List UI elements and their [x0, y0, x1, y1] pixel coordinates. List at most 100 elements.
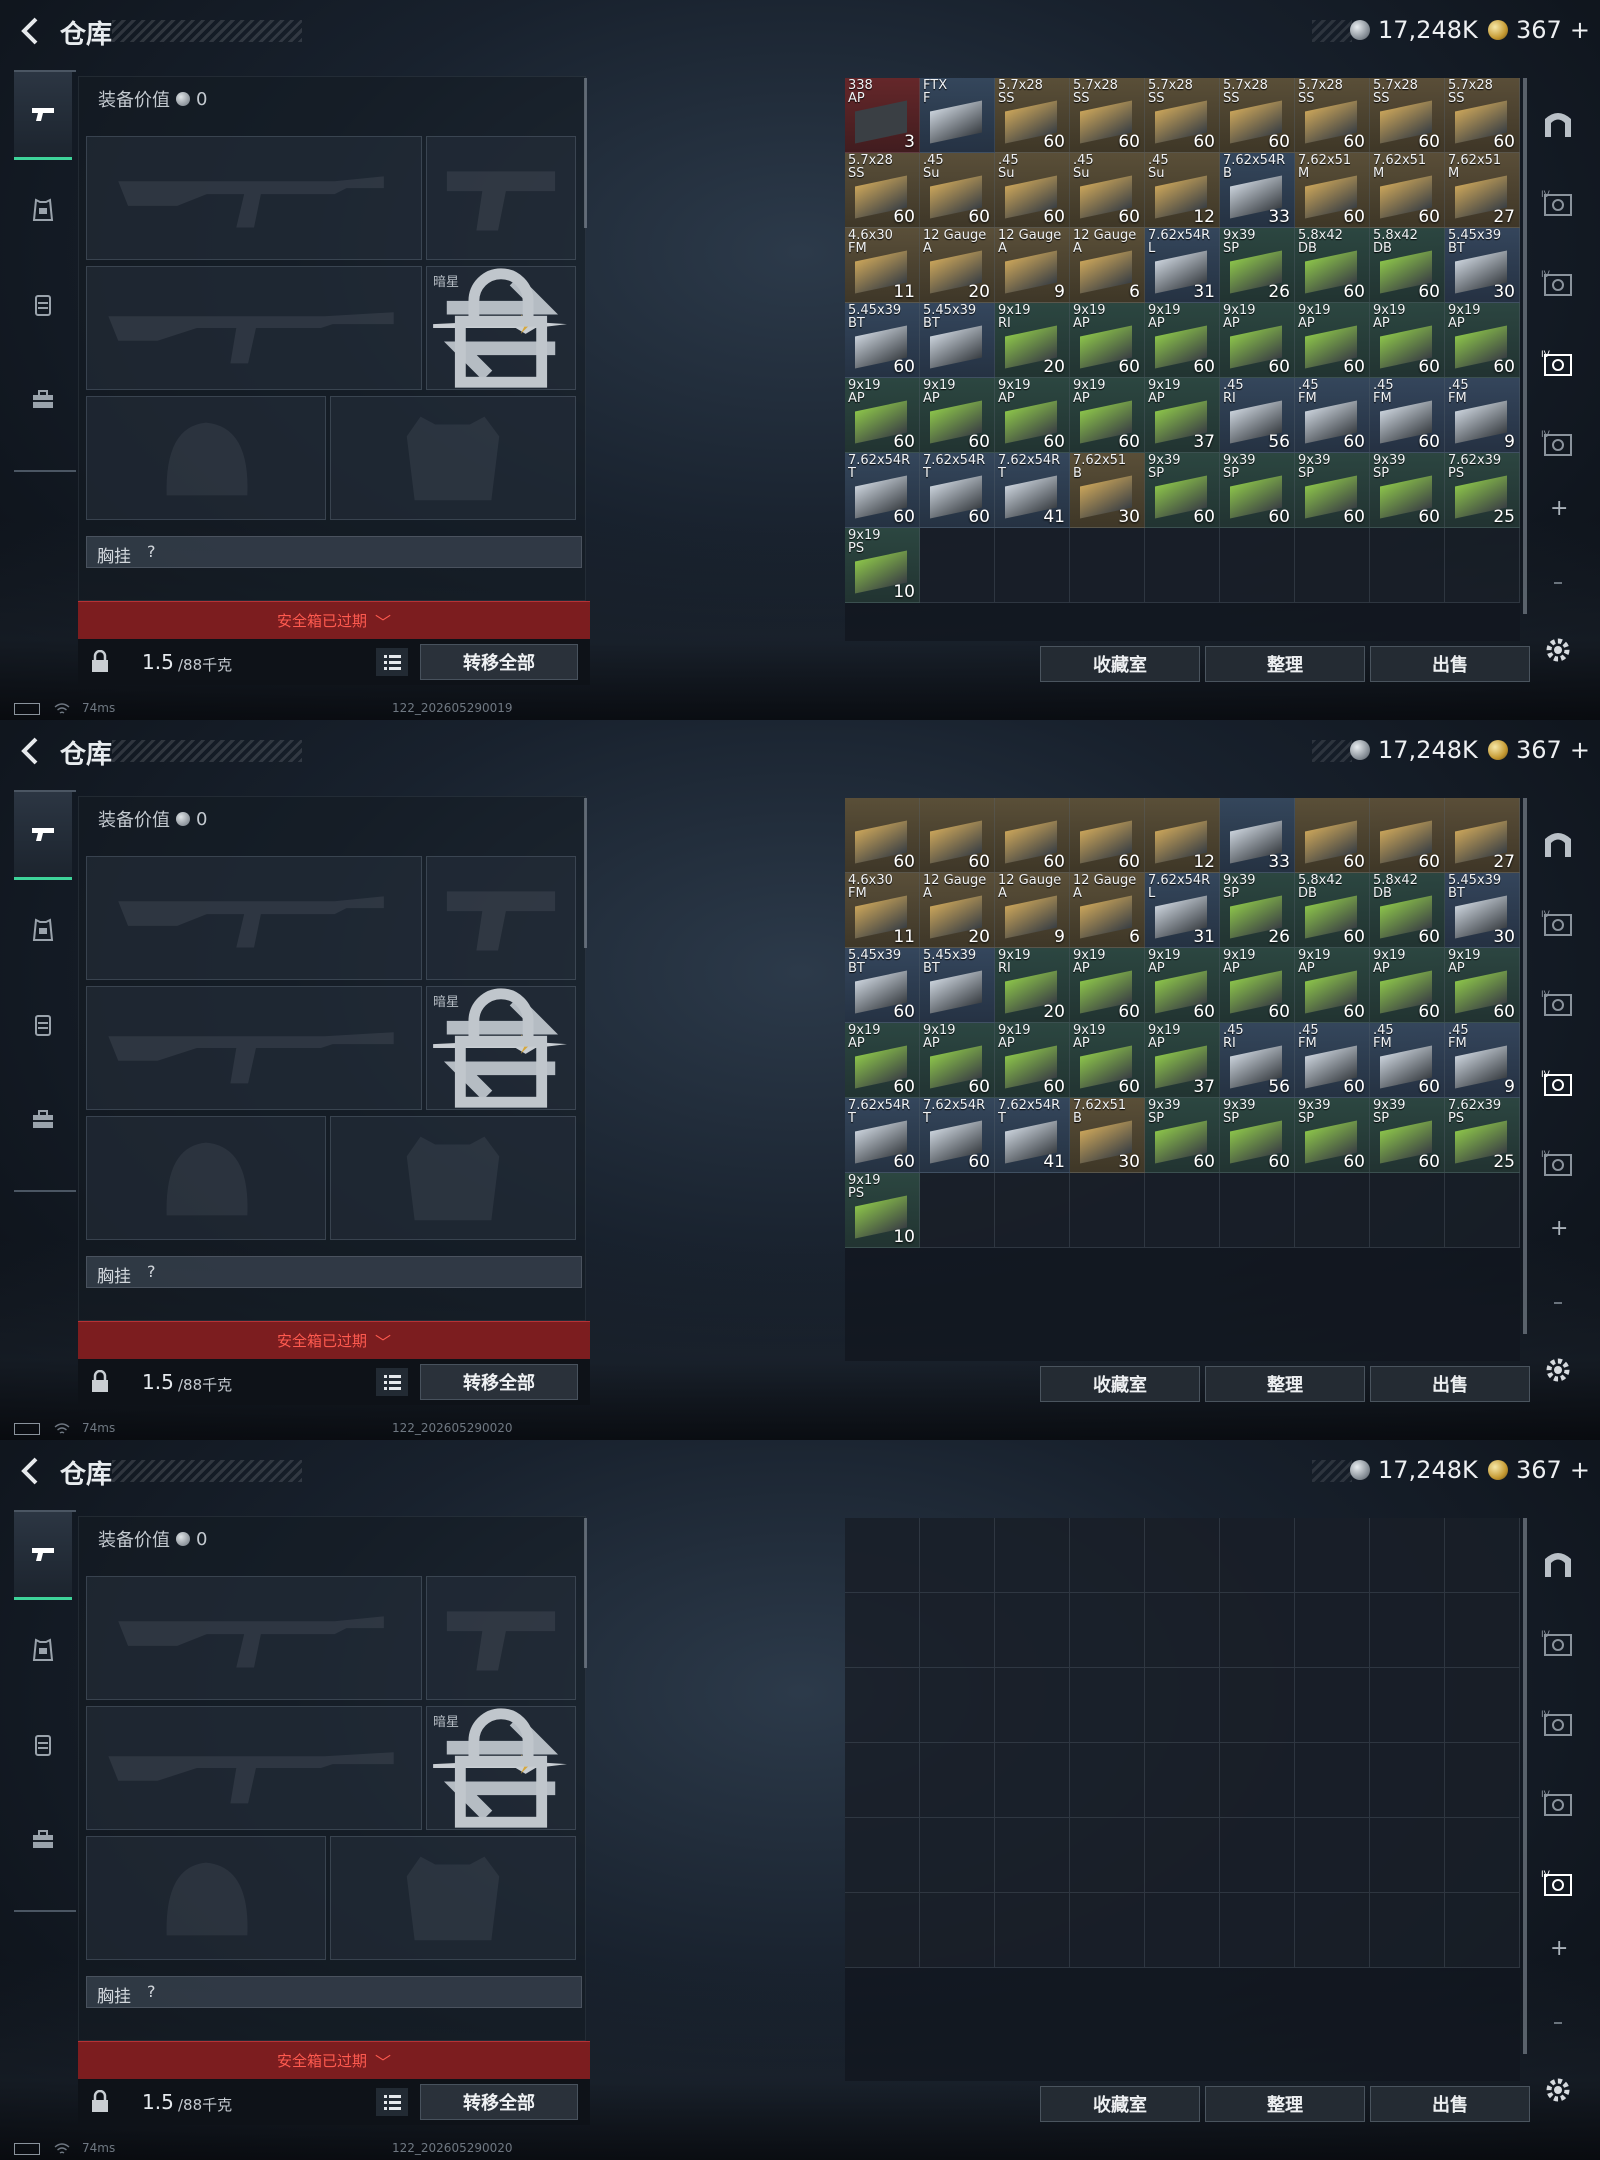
ammo-item[interactable]: .45 Su 60 [920, 153, 995, 228]
ammo-item[interactable]: 4.6x30 FM 11 [845, 228, 920, 303]
empty-cell[interactable] [1445, 528, 1520, 603]
helmet-slot[interactable] [86, 396, 326, 520]
ammo-item[interactable]: 9x19 AP 60 [1070, 948, 1145, 1023]
armor-slot[interactable] [330, 1836, 576, 1960]
empty-cell[interactable] [1295, 1818, 1370, 1893]
ammo-item[interactable]: 9x19 AP 60 [1145, 948, 1220, 1023]
ammo-item[interactable]: 9x19 AP 60 [1070, 303, 1145, 378]
ammo-item[interactable]: 9x19 AP 60 [1295, 303, 1370, 378]
ammo-item[interactable]: 7.62x54R T 41 [995, 453, 1070, 528]
back-button[interactable] [14, 14, 48, 48]
ammo-item[interactable]: 12 [1145, 798, 1220, 873]
empty-cell[interactable] [1145, 1668, 1220, 1743]
stash-page-tab-4[interactable]: IV [1530, 1136, 1586, 1192]
empty-cell[interactable] [1220, 1893, 1295, 1968]
collection-room-button[interactable]: 收藏室 [1040, 2086, 1200, 2122]
ammo-item[interactable]: 9x19 AP 60 [1220, 303, 1295, 378]
ammo-item[interactable]: 60 [1370, 798, 1445, 873]
tab-backpack[interactable] [14, 980, 72, 1070]
empty-cell[interactable] [1295, 1593, 1370, 1668]
empty-cell[interactable] [1370, 1173, 1445, 1248]
stash-page-tab-1[interactable]: IV [1530, 896, 1586, 952]
ammo-item[interactable]: 7.62x54R L 31 [1145, 873, 1220, 948]
stash-page-tab-3[interactable]: IV [1530, 1056, 1586, 1112]
transfer-all-button[interactable]: 转移全部 [420, 644, 578, 680]
ammo-item[interactable]: 7.62x51 B 30 [1070, 1098, 1145, 1173]
ammo-item[interactable]: 9x39 SP 60 [1145, 1098, 1220, 1173]
sidearm-slot[interactable] [426, 136, 576, 260]
ammo-item[interactable]: 27 [1445, 798, 1520, 873]
ammo-item[interactable]: 7.62x54R L 31 [1145, 228, 1220, 303]
empty-cell[interactable] [920, 1173, 995, 1248]
ammo-item[interactable]: 9x39 SP 60 [1370, 453, 1445, 528]
tab-weapons[interactable] [14, 70, 72, 160]
secondary-weapon-slot[interactable] [86, 266, 422, 390]
list-view-button[interactable] [376, 648, 408, 676]
empty-cell[interactable] [845, 1818, 920, 1893]
stash-page-tab-1[interactable]: IV [1530, 176, 1586, 232]
empty-cell[interactable] [1070, 1818, 1145, 1893]
empty-cell[interactable] [845, 1893, 920, 1968]
ammo-item[interactable]: 5.7x28 SS 60 [1445, 78, 1520, 153]
silver-currency[interactable]: 17,248K [1350, 16, 1478, 44]
chest-rig-slot[interactable]: 胸挂 ? [86, 536, 582, 568]
sell-button[interactable]: 出售 [1370, 1366, 1530, 1402]
stash-page-tab-2[interactable]: IV [1530, 976, 1586, 1032]
empty-cell[interactable] [920, 528, 995, 603]
empty-cell[interactable] [995, 1518, 1070, 1593]
sidearm-slot[interactable] [426, 856, 576, 980]
ammo-item[interactable]: 9x39 SP 60 [1370, 1098, 1445, 1173]
ammo-item[interactable]: 60 [1070, 798, 1145, 873]
empty-cell[interactable] [1295, 1743, 1370, 1818]
ammo-item[interactable]: 5.7x28 SS 60 [1370, 78, 1445, 153]
ammo-item[interactable]: 9x19 AP 60 [1370, 948, 1445, 1023]
empty-cell[interactable] [1145, 1893, 1220, 1968]
ammo-item[interactable]: 9x39 SP 60 [1220, 1098, 1295, 1173]
ammo-item[interactable]: .45 FM 9 [1445, 378, 1520, 453]
empty-cell[interactable] [1145, 1743, 1220, 1818]
empty-cell[interactable] [920, 1518, 995, 1593]
ammo-item[interactable]: 5.45x39 BT [920, 948, 995, 1023]
silver-currency[interactable]: 17,248K [1350, 736, 1478, 764]
ammo-item[interactable]: 9x19 AP 60 [1070, 1023, 1145, 1098]
empty-cell[interactable] [1220, 1818, 1295, 1893]
empty-cell[interactable] [1220, 1593, 1295, 1668]
ammo-item[interactable]: 7.62x54R T 41 [995, 1098, 1070, 1173]
armor-slot[interactable] [330, 1116, 576, 1240]
ammo-item[interactable]: .45 Su 12 [1145, 153, 1220, 228]
loadout-scrollbar[interactable] [584, 1518, 587, 1668]
settings-button[interactable] [1540, 632, 1576, 668]
empty-cell[interactable] [995, 1593, 1070, 1668]
ammo-item[interactable]: .45 FM 60 [1295, 1023, 1370, 1098]
empty-cell[interactable] [1070, 528, 1145, 603]
ammo-item[interactable]: .45 RI 56 [1220, 1023, 1295, 1098]
ammo-item[interactable]: 5.8x42 DB 60 [1370, 873, 1445, 948]
stash-scrollbar[interactable] [1523, 78, 1527, 614]
loadout-scrollbar[interactable] [584, 798, 587, 948]
list-view-button[interactable] [376, 1368, 408, 1396]
empty-cell[interactable] [920, 1668, 995, 1743]
sort-button[interactable]: 整理 [1205, 646, 1365, 682]
stash-page-tab-2[interactable]: IV [1530, 1696, 1586, 1752]
stash-scrollbar[interactable] [1523, 1518, 1527, 2054]
sell-button[interactable]: 出售 [1370, 2086, 1530, 2122]
back-button[interactable] [14, 1454, 48, 1488]
chest-rig-slot[interactable]: 胸挂 ? [86, 1976, 582, 2008]
ammo-item[interactable]: 7.62x54R B 33 [1220, 153, 1295, 228]
gold-currency[interactable]: 367 + [1488, 736, 1590, 764]
empty-cell[interactable] [1220, 1743, 1295, 1818]
ammo-item[interactable]: 12 Gauge A 6 [1070, 228, 1145, 303]
empty-cell[interactable] [1145, 1593, 1220, 1668]
secondary-weapon-slot[interactable] [86, 986, 422, 1110]
ammo-item[interactable]: 12 Gauge A 9 [995, 873, 1070, 948]
ammo-item[interactable]: 5.45x39 BT 60 [845, 303, 920, 378]
ammo-item[interactable]: 9x19 AP 37 [1145, 1023, 1220, 1098]
stash-page-tab-3[interactable]: IV [1530, 1776, 1586, 1832]
tab-backpack[interactable] [14, 1700, 72, 1790]
tab-container[interactable] [14, 355, 72, 445]
ammo-item[interactable]: 7.62x54R T 60 [845, 453, 920, 528]
add-stash-page-button[interactable]: + [1550, 1936, 1568, 1961]
safe-box-expired-banner[interactable]: 安全箱已过期 ﹀ [78, 1321, 590, 1359]
ammo-item[interactable]: 9x19 AP 60 [1070, 378, 1145, 453]
empty-cell[interactable] [1070, 1518, 1145, 1593]
